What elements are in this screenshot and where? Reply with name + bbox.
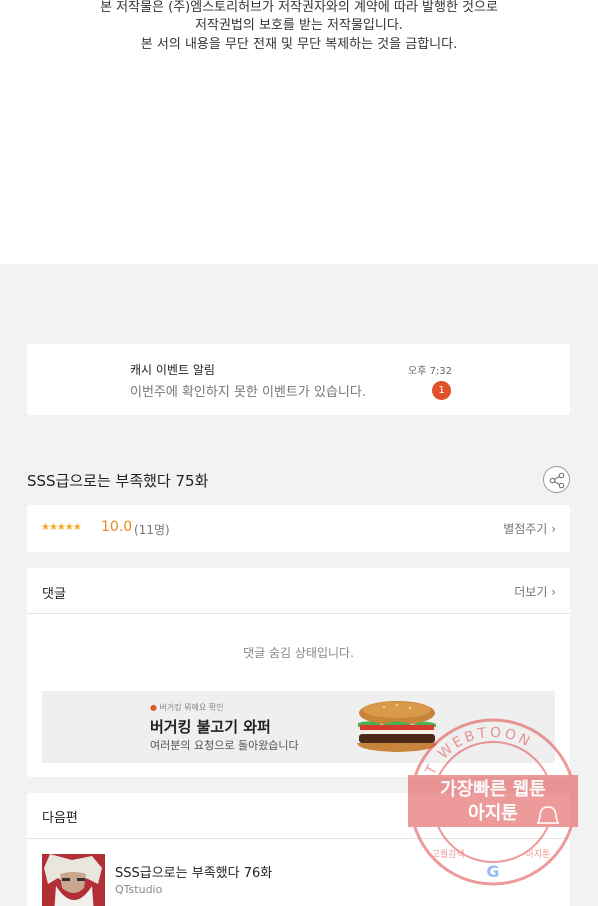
- next-episode-title[interactable]: SSS급으로는 부족했다 76화: [115, 862, 272, 881]
- watermark-line-1: 가장빠른 웹툰: [440, 779, 546, 800]
- burger-logo-icon: ●: [150, 703, 157, 712]
- next-episode-thumbnail[interactable]: [42, 854, 105, 906]
- next-episode-studio: QTstudio: [115, 883, 163, 896]
- notification-time: 오후 7:32: [408, 366, 453, 377]
- next-episode-header: 다음편: [42, 811, 78, 826]
- google-logo-icon: G: [486, 862, 499, 881]
- rating-stars: ★★★★★: [41, 522, 82, 533]
- ad-small-label: ● 버거킹 뭐예요 확인: [150, 703, 224, 712]
- copyright-notice: 본 저작물은 (주)엠스토리허브가 저작권자와의 계약에 따라 발행한 것으로 …: [0, 0, 598, 264]
- cash-event-notification[interactable]: 캐시 이벤트 알림 이번주에 확인하지 못한 이벤트가 있습니다. 오후 7:3…: [27, 344, 570, 415]
- notification-message: 이번주에 확인하지 못한 이벤트가 있습니다.: [130, 385, 366, 400]
- notification-badge: 1: [432, 381, 451, 400]
- episode-title: SSS급으로는 부족했다 75화: [27, 472, 209, 490]
- watermark-bottom-left: 고퀄검색: [431, 848, 464, 860]
- divider: [27, 613, 570, 614]
- notification-title: 캐시 이벤트 알림: [130, 363, 215, 377]
- copyright-line-2: 저작권법의 보호를 받는 저작물입니다.: [195, 18, 403, 33]
- comments-hidden-message: 댓글 숨김 상태입니다.: [243, 646, 354, 660]
- character-thumbnail-image: [42, 854, 105, 906]
- rating-bar: ★★★★★ 10.0 (11명) 별점주기 ›: [27, 505, 570, 552]
- ad-headline: 버거킹 불고기 와퍼: [150, 718, 271, 736]
- rating-score: 10.0: [101, 519, 133, 535]
- share-button[interactable]: [543, 466, 570, 493]
- share-icon: [549, 472, 565, 489]
- copyright-line-3: 본 서의 내용을 무단 전재 및 무단 복제하는 것을 금합니다.: [140, 37, 458, 52]
- watermark-stamp: AJIT WEBTOON 가장빠른 웹툰 아지툰 고퀄검색 아지툰 G: [408, 718, 578, 886]
- watermark-line-2: 아지툰: [468, 803, 518, 824]
- comments-more-label: 더보기: [514, 585, 548, 599]
- ad-subline: 여러분의 요청으로 돌아왔습니다: [150, 739, 299, 752]
- copyright-line-1: 본 저작물은 (주)엠스토리허브가 저작권자와의 계약에 따라 발행한 것으로: [100, 0, 498, 15]
- watermark-bottom-right: 아지툰: [526, 849, 551, 860]
- comments-more-button[interactable]: 더보기 ›: [514, 583, 556, 600]
- chevron-right-icon: ›: [551, 522, 556, 536]
- rate-button-label: 별점주기: [503, 522, 548, 536]
- comments-header: 댓글: [42, 587, 66, 602]
- rating-count: (11명): [134, 523, 170, 537]
- rate-button[interactable]: 별점주기 ›: [503, 520, 556, 537]
- chevron-right-icon: ›: [551, 585, 556, 599]
